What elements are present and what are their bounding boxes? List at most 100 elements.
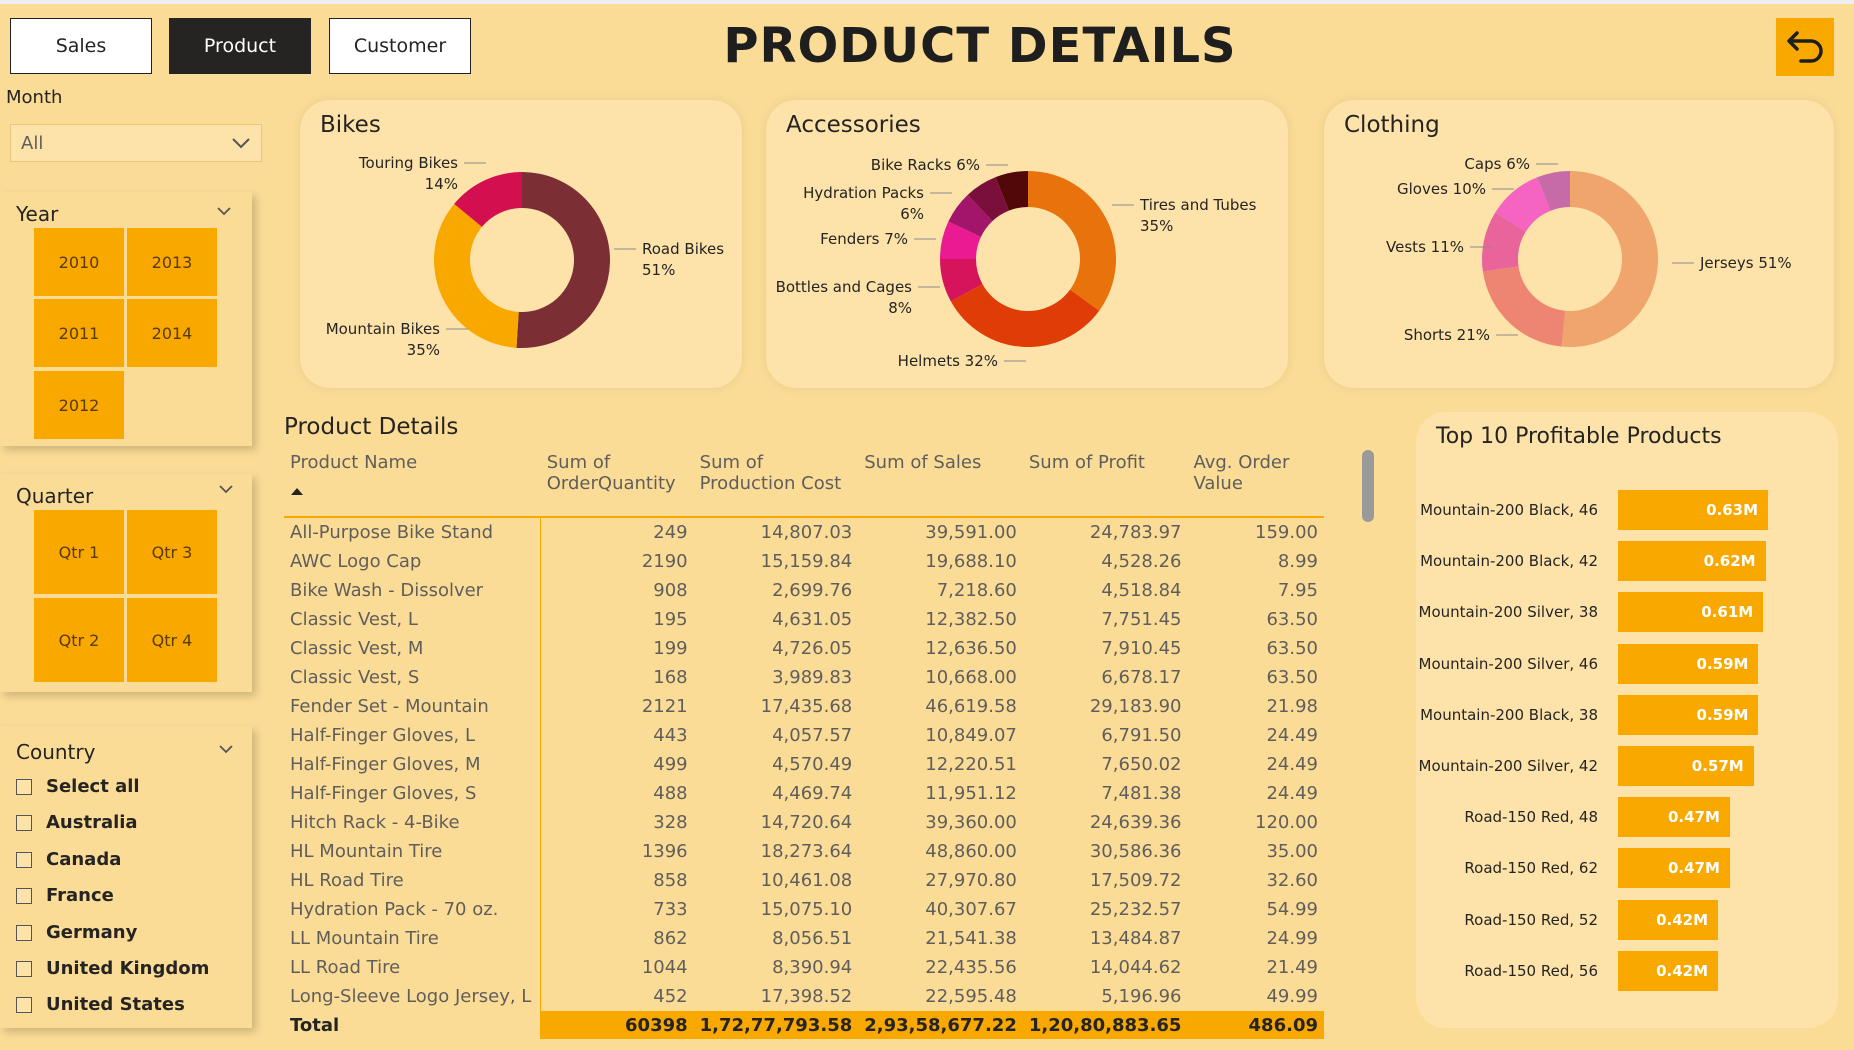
country-option-canada[interactable]: Canada: [16, 849, 121, 870]
table-row[interactable]: HL Mountain Tire 1396 18,273.64 48,860.00 30…: [284, 837, 1324, 866]
bar[interactable]: 0.61M: [1618, 592, 1764, 633]
bar-row[interactable]: Road-150 Red, 52 0.42M: [1416, 899, 1838, 942]
table-cell: Classic Vest, S: [284, 663, 542, 692]
bar-row[interactable]: Mountain-200 Black, 42 0.62M: [1416, 541, 1838, 583]
table-cell: LL Mountain Tire: [284, 924, 542, 953]
table-row[interactable]: LL Road Tire 1044 8,390.94 22,435.56 14,044.…: [284, 953, 1324, 982]
table-row[interactable]: Classic Vest, M 199 4,726.05 12,636.50 7,910…: [284, 634, 1324, 663]
donut-data-label: 8%: [888, 299, 912, 317]
table-cell: 199: [653, 638, 688, 659]
nav-customer-button[interactable]: Customer: [329, 18, 471, 74]
bar-category-label: Mountain-200 Silver, 46: [1418, 654, 1598, 673]
year-tile-2012[interactable]: 2012: [34, 371, 124, 439]
year-tile-2010[interactable]: 2010: [34, 228, 124, 296]
table-cell: 12,220.51: [925, 754, 1017, 775]
table-row[interactable]: Hitch Rack - 4-Bike 328 14,720.64 39,360.00…: [284, 808, 1324, 837]
month-dropdown-value: All: [21, 132, 44, 154]
year-tile-2013[interactable]: 2013: [127, 228, 217, 296]
donut-slice-jerseys[interactable]: [1561, 171, 1658, 347]
table-scrollbar[interactable]: [1362, 448, 1374, 1044]
country-option-france[interactable]: France: [16, 885, 114, 906]
table-cell: 17,435.68: [760, 696, 853, 717]
table-row[interactable]: Half-Finger Gloves, M 499 4,570.49 12,220.5…: [284, 750, 1324, 779]
bar[interactable]: 0.59M: [1618, 643, 1759, 684]
donut-slice-mountain-bikes[interactable]: [434, 203, 519, 348]
checkbox[interactable]: [16, 778, 32, 795]
donut-data-label: Caps 6%: [1464, 155, 1530, 173]
table-cell: 17,509.72: [1089, 870, 1182, 891]
column-header[interactable]: Avg. Order Value: [1187, 448, 1324, 518]
checkbox[interactable]: [16, 924, 32, 941]
country-option-germany[interactable]: Germany: [16, 922, 137, 943]
table-row[interactable]: Classic Vest, S 168 3,989.83 10,668.00 6,678…: [284, 663, 1324, 692]
checkbox[interactable]: [16, 996, 32, 1013]
column-header[interactable]: Sum of Production Cost: [693, 448, 859, 518]
table-scrollbar-thumb[interactable]: [1362, 450, 1374, 522]
table-cell: 27,970.80: [925, 870, 1017, 891]
table-total-cell: 60398: [540, 1011, 694, 1039]
bar-row[interactable]: Mountain-200 Silver, 46 0.59M: [1416, 643, 1838, 686]
column-header[interactable]: Sum of OrderQuantity: [540, 448, 694, 518]
bar[interactable]: 0.57M: [1618, 746, 1754, 786]
column-header[interactable]: Sum of Profit: [1022, 448, 1188, 518]
back-arrow-icon: [1787, 31, 1823, 63]
country-option-select-all[interactable]: Select all: [16, 776, 140, 797]
quarter-tile-qtr4[interactable]: Qtr 4: [127, 598, 217, 682]
table-row[interactable]: Classic Vest, L 195 4,631.05 12,382.50 7,751…: [284, 605, 1324, 634]
year-tile-2014[interactable]: 2014: [127, 299, 217, 367]
bar-row[interactable]: Mountain-200 Silver, 38 0.61M: [1416, 592, 1838, 634]
month-dropdown[interactable]: All: [10, 124, 262, 162]
quarter-tile-qtr1[interactable]: Qtr 1: [34, 510, 124, 594]
bar-row[interactable]: Mountain-200 Black, 38 0.59M: [1416, 694, 1838, 737]
table-cell: 120.00: [1255, 812, 1318, 833]
checkbox[interactable]: [16, 887, 32, 904]
year-tile-2011[interactable]: 2011: [34, 299, 124, 367]
table-row[interactable]: Fender Set - Mountain 2121 17,435.68 46,619…: [284, 692, 1324, 721]
checkbox[interactable]: [16, 851, 32, 868]
bar[interactable]: 0.63M: [1618, 490, 1768, 530]
nav-product-button[interactable]: Product: [169, 18, 311, 74]
country-option-united-kingdom[interactable]: United Kingdom: [16, 958, 209, 979]
back-button[interactable]: [1776, 18, 1834, 76]
country-option-australia[interactable]: Australia: [16, 812, 138, 833]
bar[interactable]: 0.42M: [1618, 950, 1718, 991]
table-row[interactable]: Bike Wash - Dissolver 908 2,699.76 7,218.60…: [284, 576, 1324, 605]
bar-row[interactable]: Mountain-200 Silver, 42 0.57M: [1416, 746, 1838, 788]
table-row[interactable]: HL Road Tire 858 10,461.08 27,970.80 17,509.…: [284, 866, 1324, 895]
table-row[interactable]: Long-Sleeve Logo Jersey, L 452 17,398.52 22…: [284, 982, 1324, 1011]
bar-row[interactable]: Road-150 Red, 56 0.42M: [1416, 950, 1838, 993]
donut-slice-tires-and-tubes[interactable]: [1028, 171, 1116, 311]
column-header[interactable]: Product Name: [284, 448, 541, 518]
table-row[interactable]: All-Purpose Bike Stand 249 14,807.03 39,591…: [284, 517, 1324, 547]
table-row[interactable]: AWC Logo Cap 2190 15,159.84 19,688.10 4,528.…: [284, 547, 1324, 576]
donut-data-label: Bike Racks 6%: [871, 156, 980, 174]
bar-row[interactable]: Mountain-200 Black, 46 0.63M: [1416, 490, 1838, 532]
table-cell: 24.99: [1266, 928, 1318, 949]
bar[interactable]: 0.47M: [1618, 848, 1730, 889]
table-row[interactable]: LL Mountain Tire 862 8,056.51 21,541.38 13,4…: [284, 924, 1324, 953]
country-option-united-states[interactable]: United States: [16, 994, 185, 1015]
bar-row[interactable]: Road-150 Red, 62 0.47M: [1416, 848, 1838, 890]
table-cell: 6,791.50: [1101, 725, 1182, 746]
donut-slice-road-bikes[interactable]: [516, 172, 611, 348]
quarter-tile-qtr3[interactable]: Qtr 3: [127, 510, 217, 594]
sort-ascending-icon[interactable]: [290, 487, 304, 496]
bar[interactable]: 0.47M: [1618, 797, 1730, 838]
quarter-tile-qtr2[interactable]: Qtr 2: [34, 598, 124, 682]
quarter-slicer-label: Quarter: [16, 484, 94, 508]
checkbox[interactable]: [16, 814, 32, 831]
table-row[interactable]: Half-Finger Gloves, L 443 4,057.57 10,849.0…: [284, 721, 1324, 750]
bar[interactable]: 0.42M: [1618, 899, 1718, 940]
nav-sales-button[interactable]: Sales: [10, 18, 152, 74]
bar[interactable]: 0.59M: [1618, 694, 1759, 735]
checkbox[interactable]: [16, 960, 32, 977]
bar-row[interactable]: Road-150 Red, 48 0.47M: [1416, 797, 1838, 839]
bar[interactable]: 0.62M: [1618, 541, 1766, 582]
donut-slice-shorts[interactable]: [1482, 266, 1566, 347]
table-row[interactable]: Half-Finger Gloves, S 488 4,469.74 11,951.1…: [284, 779, 1324, 808]
donut-data-label: Vests 11%: [1386, 238, 1464, 256]
column-header[interactable]: Sum of Sales: [858, 448, 1023, 518]
table-cell: 13,484.87: [1089, 928, 1182, 949]
table-cell: 10,668.00: [925, 667, 1017, 688]
table-row[interactable]: Hydration Pack - 70 oz. 733 15,075.10 40,30…: [284, 895, 1324, 924]
